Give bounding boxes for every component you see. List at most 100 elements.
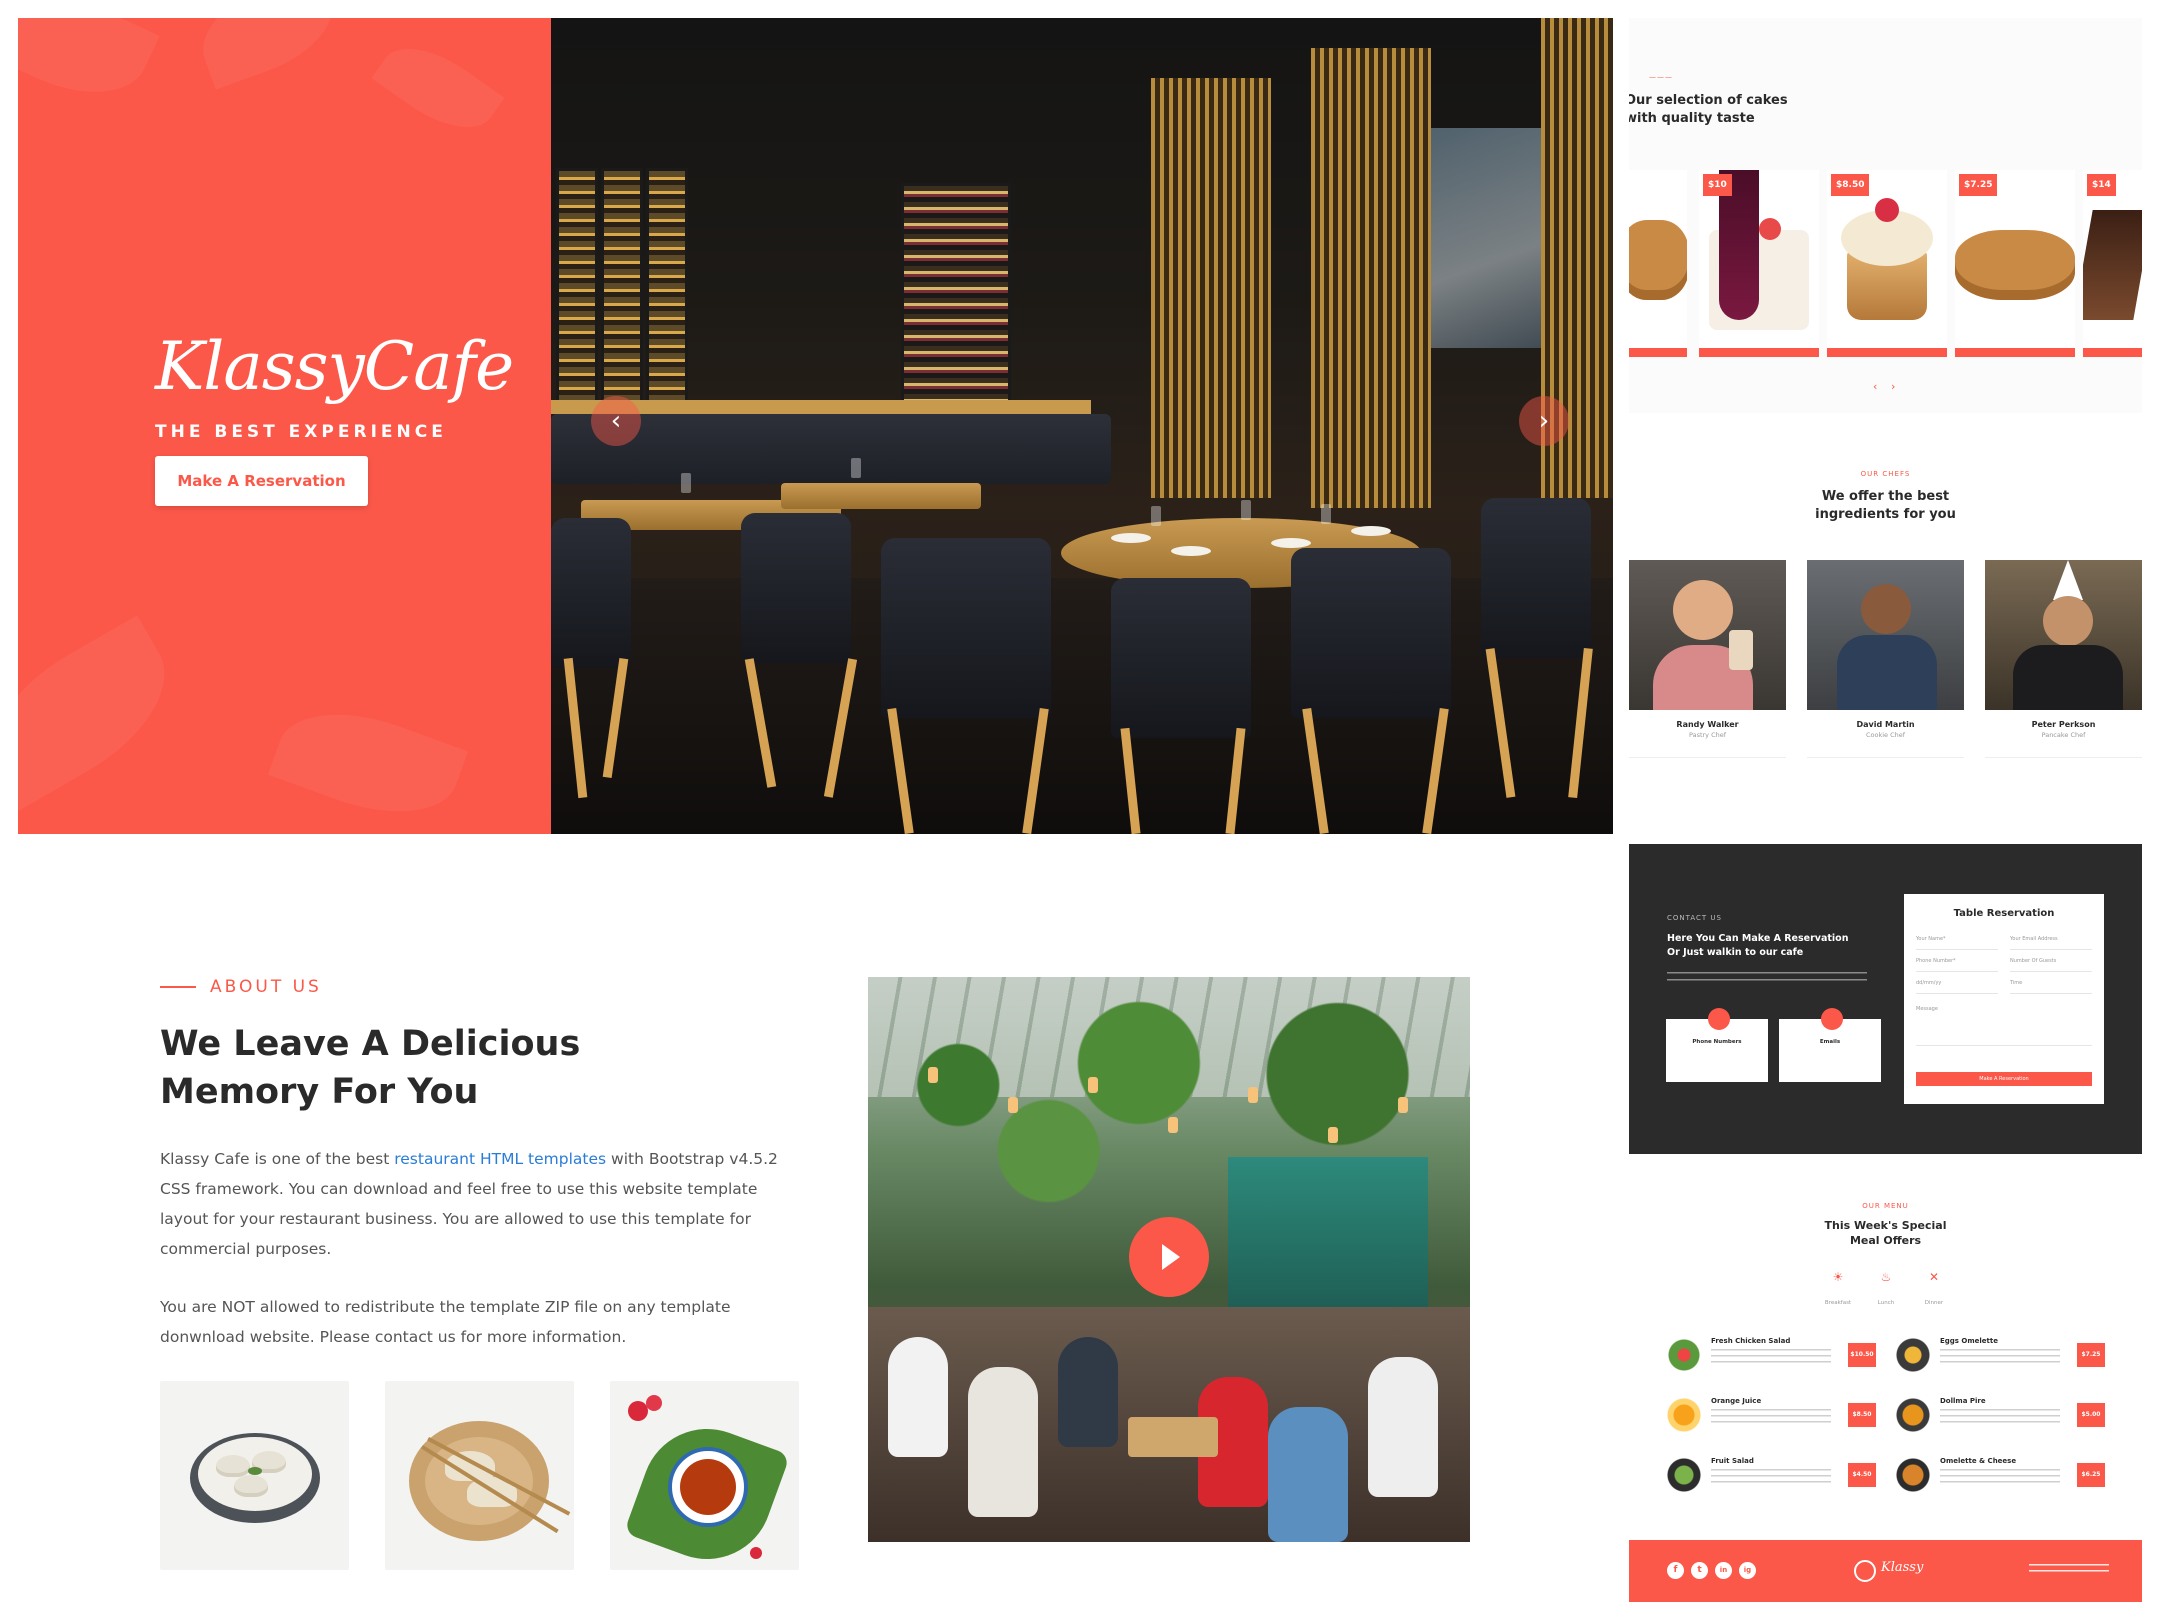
- slider-next-button[interactable]: ›: [1519, 396, 1569, 446]
- cakes-next-arrow[interactable]: ›: [1891, 380, 1895, 393]
- leaf-decoration: [188, 18, 348, 90]
- cakes-prev-arrow[interactable]: ‹: [1873, 380, 1877, 393]
- chef-photo: [1807, 560, 1964, 710]
- offer-description: [1711, 1469, 1831, 1485]
- make-reservation-button[interactable]: Make A Reservation: [155, 456, 368, 506]
- phone-label: Phone Numbers: [1692, 1039, 1742, 1045]
- breakfast-tab-icon[interactable]: ☀: [1826, 1270, 1850, 1294]
- pastry: [1955, 230, 2075, 300]
- bar-counter: [1228, 1157, 1428, 1307]
- cakes-title: Our selection of cakes with quality tast…: [1629, 92, 1788, 128]
- submit-reservation-button[interactable]: Make A Reservation: [1916, 1072, 2092, 1086]
- time-select[interactable]: Time: [2010, 980, 2092, 994]
- facebook-icon[interactable]: f: [1667, 1562, 1684, 1579]
- about-title-line1: We Leave A Delicious: [160, 1024, 581, 1064]
- chef-hat: [2053, 560, 2083, 600]
- glass: [681, 473, 691, 493]
- offer-item[interactable]: Orange Juice $8.50: [1666, 1395, 1876, 1435]
- chef-role: Cookie Chef: [1865, 731, 1906, 739]
- chef-card[interactable]: David Martin Cookie Chef: [1807, 560, 1964, 758]
- tab-dinner[interactable]: Dinner: [1914, 1300, 1954, 1306]
- offer-price: $8.50: [1848, 1403, 1876, 1427]
- leaf-decoration: [18, 18, 160, 118]
- offer-description: [1940, 1469, 2060, 1485]
- cakes-eyebrow: ———: [1649, 73, 1673, 81]
- offer-image: [1666, 1397, 1702, 1433]
- raspberry: [628, 1401, 648, 1421]
- cakes-title-line2: with quality taste: [1629, 111, 1755, 126]
- offers-section-preview: OUR MENU This Week's Special Meal Offers…: [1629, 1180, 2142, 1540]
- chefs-section-preview: OUR CHEFS We offer the best ingredients …: [1629, 436, 2142, 766]
- play-video-button[interactable]: [1129, 1217, 1209, 1297]
- offer-item[interactable]: Eggs Omelette $7.25: [1895, 1335, 2105, 1375]
- name-input[interactable]: Your Name*: [1916, 936, 1998, 950]
- offers-title-line2: Meal Offers: [1849, 1234, 1922, 1247]
- cakes-title-line1: Our selection of cakes: [1629, 93, 1788, 108]
- dumplings-plate-thumbnail: [385, 1381, 574, 1570]
- plate: [1111, 533, 1151, 543]
- offer-price: $7.25: [2077, 1343, 2105, 1367]
- hero-logo: KlassyCafe: [155, 328, 514, 405]
- offer-item[interactable]: Fruit Salad $4.50: [1666, 1455, 1876, 1495]
- croissant: [1629, 220, 1687, 300]
- strawberry: [1759, 218, 1781, 240]
- dumplings-bowl-thumbnail: [160, 1381, 349, 1570]
- chocolate-cake: [2083, 210, 2142, 320]
- leaf-decoration: [18, 615, 193, 811]
- phone-input[interactable]: Phone Number*: [1916, 958, 1998, 972]
- about-paragraph-2: You are NOT allowed to redistribute the …: [160, 1298, 731, 1346]
- chef-card[interactable]: Randy Walker Pastry Chef: [1629, 560, 1786, 758]
- tab-breakfast[interactable]: Breakfast: [1818, 1300, 1858, 1306]
- cake-card[interactable]: $10: [1699, 170, 1819, 357]
- about-eyebrow-label: ABOUT US: [210, 977, 322, 997]
- date-input[interactable]: dd/mm/yy: [1916, 980, 1998, 994]
- chef-card[interactable]: Peter Perkson Pancake Chef: [1985, 560, 2142, 758]
- offer-item[interactable]: Dollma Pire $5.00: [1895, 1395, 2105, 1435]
- offer-description: [1940, 1349, 2060, 1365]
- offer-item[interactable]: Omelette & Cheese $6.25: [1895, 1455, 2105, 1495]
- cake-card[interactable]: $8.50: [1827, 170, 1947, 357]
- chefs-title-line2: ingredients for you: [1815, 507, 1956, 522]
- guests-select[interactable]: Number Of Guests: [2010, 958, 2092, 972]
- chefs-title: We offer the best ingredients for you: [1629, 488, 2142, 524]
- tab-lunch[interactable]: Lunch: [1866, 1300, 1906, 1306]
- offer-image: [1666, 1337, 1702, 1373]
- offer-price: $4.50: [1848, 1463, 1876, 1487]
- wine-cabinet: [601, 168, 643, 408]
- dinner-tab-icon[interactable]: ✕: [1922, 1270, 1946, 1294]
- offer-description: [1940, 1409, 2060, 1425]
- instagram-icon[interactable]: ig: [1739, 1562, 1756, 1579]
- restaurant-templates-link[interactable]: restaurant HTML templates: [394, 1150, 606, 1168]
- cake-card[interactable]: $7.25: [1955, 170, 2075, 357]
- linkedin-icon[interactable]: in: [1715, 1562, 1732, 1579]
- chef-head: [1861, 584, 1911, 634]
- about-text: Klassy Cafe is one of the best: [160, 1150, 395, 1168]
- chef-apron: [1837, 635, 1937, 710]
- cake-card[interactable]: $14: [2083, 170, 2142, 357]
- offer-name: Fruit Salad: [1711, 1457, 1754, 1465]
- floor: [551, 578, 1613, 834]
- reservation-title: Here You Can Make A Reservation Or Just …: [1667, 932, 1848, 960]
- offer-item[interactable]: Fresh Chicken Salad $10.50: [1666, 1335, 1876, 1375]
- leaf-decoration: [371, 29, 505, 147]
- patio-table: [1128, 1417, 1218, 1457]
- glass: [1241, 500, 1251, 520]
- wood-slat-wall: [1311, 48, 1431, 508]
- offer-name: Omelette & Cheese: [1940, 1457, 2017, 1465]
- footer-logo: Klassy: [1881, 1560, 1924, 1575]
- cake-card[interactable]: [1629, 170, 1687, 357]
- chef-name: Peter Perkson: [2031, 720, 2096, 729]
- email-input[interactable]: Your Email Address: [2010, 936, 2092, 950]
- diner: [1268, 1407, 1348, 1542]
- lunch-tab-icon[interactable]: ♨: [1874, 1270, 1898, 1294]
- diner: [1058, 1337, 1118, 1447]
- chef-role: Pancake Chef: [2041, 731, 2086, 739]
- cake-price: $10: [1703, 174, 1732, 196]
- twitter-icon[interactable]: t: [1691, 1562, 1708, 1579]
- footer-logo-icon: [1854, 1560, 1876, 1582]
- chef-name: David Martin: [1856, 720, 1915, 729]
- wine-cabinet: [901, 183, 1011, 413]
- leaf-decoration: [268, 689, 468, 834]
- slider-prev-button[interactable]: ‹: [591, 396, 641, 446]
- message-textarea[interactable]: Message: [1916, 1006, 2092, 1046]
